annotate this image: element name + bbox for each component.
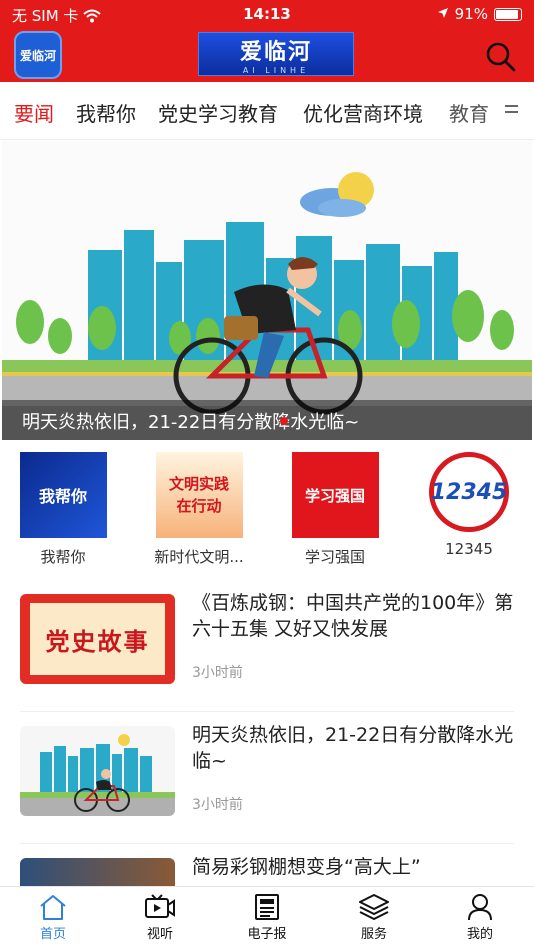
status-right: 91% [437, 5, 522, 23]
nav-video[interactable]: 视听 [120, 893, 200, 942]
location-arrow-icon [437, 5, 449, 23]
quick-item-xuexiqiangguo[interactable]: 学习强国 学习强国 [280, 452, 390, 567]
tab-wobangni[interactable]: 我帮你 [76, 98, 136, 127]
nav-home[interactable]: 首页 [13, 893, 93, 942]
headline-banner[interactable]: 明天炎热依旧，21-22日有分散降水光临~ [2, 140, 532, 440]
tab-yingshang[interactable]: 优化营商环境 [303, 98, 423, 127]
quick-item-12345[interactable]: 12345 12345 [414, 452, 524, 558]
news-item[interactable]: 党史故事 《百炼成钢：中国共产党的100年》第六十五集 又好又快发展 3小时前 [20, 580, 514, 712]
status-bar: 无 SIM 卡 14:13 91% [0, 0, 534, 30]
banner-caption: 明天炎热依旧，21-22日有分散降水光临~ [2, 400, 532, 440]
menu-icon[interactable] [502, 100, 520, 118]
tab-dangshi[interactable]: 党史学习教育 [158, 98, 278, 127]
news-item[interactable]: 明天炎热依旧，21-22日有分散降水光临~ 3小时前 [20, 712, 514, 844]
quick-label: 12345 [445, 540, 493, 558]
quick-entries: 我帮你 我帮你 文明实践在行动 新时代文明... 学习强国 学习强国 12345… [0, 452, 534, 572]
quick-item-wenming[interactable]: 文明实践在行动 新时代文明... [144, 452, 254, 567]
carousel-indicator [280, 417, 288, 425]
nav-label: 电子报 [247, 927, 287, 942]
search-icon[interactable] [484, 40, 518, 74]
app-header: 爱临河 爱临河 AI LINHE [0, 30, 534, 82]
news-title: 明天炎热依旧，21-22日有分散降水光临~ [192, 724, 514, 772]
hotline-12345-image: 12345 [429, 452, 509, 532]
quick-label: 我帮你 [40, 548, 86, 566]
quick-item-wobangni[interactable]: 我帮你 我帮你 [8, 452, 118, 567]
banner-illustration [2, 140, 532, 440]
brand-subtitle: AI LINHE [242, 65, 310, 75]
news-thumbnail: 党史故事 [20, 594, 175, 684]
nav-label: 首页 [39, 927, 66, 942]
xuexiqiangguo-image: 学习强国 [291, 452, 379, 538]
brand-banner: 爱临河 AI LINHE [198, 32, 354, 76]
nav-service[interactable]: 服务 [334, 893, 414, 942]
nav-profile[interactable]: 我的 [440, 893, 520, 942]
app-logo[interactable]: 爱临河 [14, 31, 62, 79]
nav-newspaper[interactable]: 电子报 [227, 893, 307, 942]
app-logo-text: 爱临河 [19, 48, 56, 63]
battery-percent: 91% [454, 5, 488, 23]
wenming-image: 文明实践在行动 [155, 452, 243, 538]
wobangni-image: 我帮你 [19, 452, 107, 538]
bottom-nav: 首页 视听 电子报 服务 我的 [0, 886, 534, 950]
tab-jiaoyu[interactable]: 教育 [449, 98, 489, 127]
nav-label: 服务 [360, 927, 387, 942]
news-thumbnail [20, 726, 175, 816]
news-title: 《百炼成钢：中国共产党的100年》第六十五集 又好又快发展 [192, 592, 514, 640]
nav-label: 我的 [466, 927, 493, 942]
news-time: 3小时前 [192, 665, 243, 681]
news-title: 简易彩钢棚想变身“高大上” [192, 856, 421, 878]
layers-icon [334, 893, 414, 921]
quick-label: 新时代文明... [154, 548, 244, 566]
user-icon [440, 893, 520, 921]
news-time: 3小时前 [192, 797, 243, 813]
tab-yaowen[interactable]: 要闻 [14, 98, 54, 127]
nav-label: 视听 [146, 927, 173, 942]
video-icon [120, 893, 200, 921]
quick-label: 学习强国 [304, 548, 365, 566]
channel-tabs: 要闻 我帮你 党史学习教育 优化营商环境 教育 [0, 82, 534, 140]
newspaper-icon [227, 893, 307, 921]
brand-title: 爱临河 [239, 39, 312, 65]
battery-icon [494, 7, 522, 21]
home-icon [13, 893, 93, 921]
